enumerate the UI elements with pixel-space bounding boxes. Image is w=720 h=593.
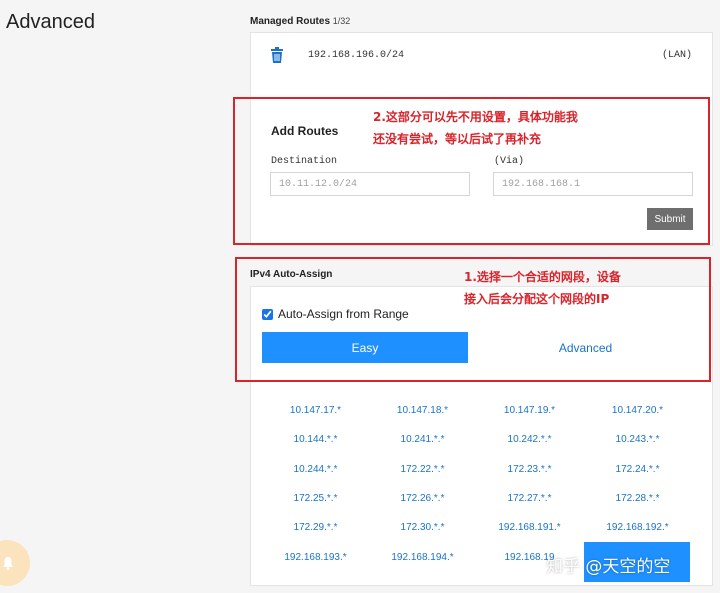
ip-range-option[interactable]: 172.22.*.* (369, 464, 476, 475)
page-title: Advanced (6, 11, 95, 33)
ip-range-option[interactable]: 10.144.*.* (262, 434, 369, 445)
trash-icon[interactable] (270, 47, 284, 63)
ip-range-option[interactable]: 172.27.*.* (476, 493, 583, 504)
ip-range-option[interactable]: 192.168.192.* (584, 522, 691, 533)
ip-range-option[interactable]: 10.241.*.* (369, 434, 476, 445)
annotation-note-2-line2: 还没有尝试，等以后试了再补充 (373, 132, 542, 146)
ip-range-option[interactable]: 10.147.20.* (584, 405, 691, 416)
annotation-note-1-line1: 1.选择一个合适的网段，设备 (464, 270, 621, 284)
ip-range-option[interactable]: 192.168.193.* (262, 552, 369, 563)
ip-range-option[interactable]: 172.26.*.* (369, 493, 476, 504)
bell-icon[interactable] (2, 556, 14, 570)
annotation-note-2-line1: 2.这部分可以先不用设置，具体功能我 (373, 110, 578, 124)
ip-range-option[interactable]: 172.25.*.* (262, 493, 369, 504)
ip-range-option[interactable]: 10.147.19.* (476, 405, 583, 416)
route-row: 192.168.196.0/24 (LAN) (270, 46, 694, 66)
ip-range-option[interactable]: 172.29.*.* (262, 522, 369, 533)
route-tag: (LAN) (661, 50, 692, 61)
ip-range-option[interactable]: 10.147.17.* (262, 405, 369, 416)
managed-routes-count: 1/32 (332, 16, 351, 26)
ip-range-option[interactable]: 172.30.*.* (369, 522, 476, 533)
route-address: 192.168.196.0/24 (308, 50, 405, 61)
annotation-note-1-line2: 接入后会分配这个网段的IP (464, 292, 610, 306)
ip-range-option[interactable]: 192.168.194.* (369, 552, 476, 563)
managed-routes-label: Managed Routes 1/32 (250, 16, 350, 27)
managed-routes-title: Managed Routes (250, 16, 331, 27)
ip-range-option[interactable]: 172.28.*.* (584, 493, 691, 504)
ip-range-option[interactable]: 10.244.*.* (262, 464, 369, 475)
ip-range-option[interactable]: 10.243.*.* (584, 434, 691, 445)
ip-range-option[interactable]: 10.242.*.* (476, 434, 583, 445)
ip-range-option[interactable]: 172.23.*.* (476, 464, 583, 475)
watermark: 知乎 @天空的空 (546, 557, 671, 577)
ip-range-option[interactable]: 172.24.*.* (584, 464, 691, 475)
ip-range-option[interactable]: 10.147.18.* (369, 405, 476, 416)
ip-range-option[interactable]: 192.168.191.* (476, 522, 583, 533)
